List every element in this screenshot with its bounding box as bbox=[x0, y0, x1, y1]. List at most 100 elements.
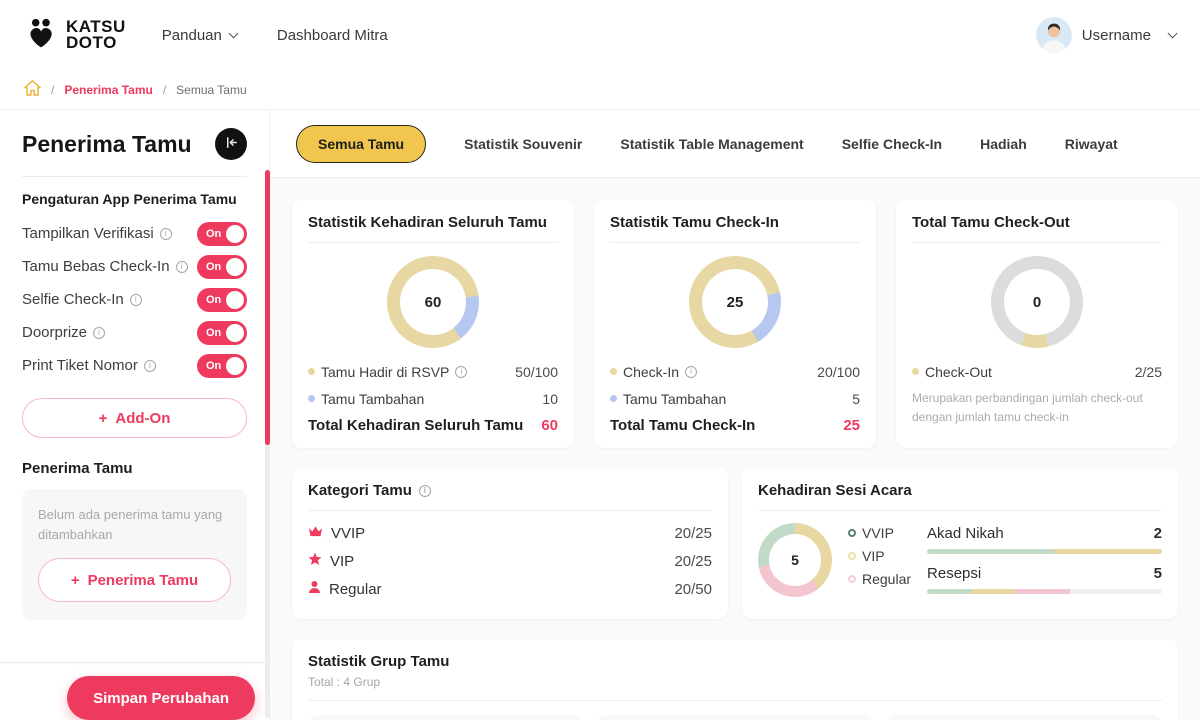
toggle-label: Selfie Check-In bbox=[22, 291, 124, 308]
toggle-knob bbox=[226, 224, 244, 243]
donut-value: 60 bbox=[424, 293, 442, 311]
toggle-row-selfie-check-in: Selfie Check-In On bbox=[22, 283, 247, 316]
toggle-tampilkan-verifikasi[interactable]: On bbox=[197, 221, 247, 246]
legend-dot bbox=[308, 395, 315, 402]
sidebar-footer: Simpan Perubahan bbox=[0, 662, 269, 720]
toggle-selfie-check-in[interactable]: On bbox=[197, 287, 247, 312]
toggle-label: Tampilkan Verifikasi bbox=[22, 225, 154, 242]
info-icon[interactable] bbox=[159, 227, 172, 240]
kategori-value: 20/25 bbox=[674, 524, 712, 542]
chevron-down-icon bbox=[228, 28, 239, 38]
crown-icon bbox=[308, 525, 323, 542]
divider bbox=[22, 176, 247, 177]
brand-logo[interactable]: KATSU DOTO bbox=[24, 15, 126, 56]
scrollbar-thumb[interactable] bbox=[265, 170, 270, 445]
add-penerima-tamu-button[interactable]: + Penerima Tamu bbox=[38, 558, 231, 602]
info-icon[interactable] bbox=[143, 359, 156, 372]
add-on-button[interactable]: + Add-On bbox=[22, 398, 247, 438]
grup-box-teman-kantor: Teman Kantor bbox=[886, 715, 1162, 720]
plus-icon: + bbox=[98, 409, 108, 427]
tab-statistik-table-management[interactable]: Statistik Table Management bbox=[620, 136, 803, 152]
session-label: Resepsi bbox=[927, 565, 982, 582]
collapse-sidebar-button[interactable] bbox=[215, 128, 247, 160]
info-icon[interactable] bbox=[685, 365, 698, 378]
divider bbox=[308, 242, 558, 243]
info-icon[interactable] bbox=[93, 326, 106, 339]
session-resepsi: Resepsi 5 bbox=[927, 565, 1162, 582]
card-title: Kategori Tamu bbox=[308, 482, 412, 499]
toggle-label: Tamu Bebas Check-In bbox=[22, 258, 170, 275]
toggle-doorprize[interactable]: On bbox=[197, 320, 247, 345]
sesi-donut-chart: 5 bbox=[758, 523, 832, 597]
toggle-state-label: On bbox=[206, 260, 222, 273]
checkin-donut-chart: 25 bbox=[689, 256, 781, 348]
breadcrumb-penerima-tamu[interactable]: Penerima Tamu bbox=[64, 83, 152, 97]
total-row: Total Tamu Check-In 25 bbox=[610, 417, 860, 434]
main-panel: Semua Tamu Statistik Souvenir Statistik … bbox=[270, 110, 1200, 720]
kategori-row-regular: Regular 20/50 bbox=[308, 575, 712, 603]
toggle-knob bbox=[226, 323, 244, 342]
tab-riwayat[interactable]: Riwayat bbox=[1065, 136, 1118, 152]
card-title: Total Tamu Check-Out bbox=[912, 214, 1070, 231]
info-icon[interactable] bbox=[455, 365, 468, 378]
avatar bbox=[1035, 17, 1072, 53]
toggle-knob bbox=[226, 257, 244, 276]
legend-row: Tamu Tambahan 5 bbox=[610, 385, 860, 412]
info-icon[interactable] bbox=[175, 260, 188, 273]
legend-dot bbox=[610, 395, 617, 402]
attendance-donut-chart: 60 bbox=[387, 256, 479, 348]
person-icon bbox=[308, 580, 321, 598]
sesi-legend: VVIP VIP Regular bbox=[848, 523, 911, 587]
breadcrumb: / Penerima Tamu / Semua Tamu bbox=[0, 70, 1200, 110]
tab-selfie-check-in[interactable]: Selfie Check-In bbox=[842, 136, 942, 152]
star-icon bbox=[308, 552, 322, 570]
toggle-state-label: On bbox=[206, 293, 222, 306]
info-icon[interactable] bbox=[418, 484, 431, 497]
divider bbox=[758, 510, 1162, 511]
plus-icon: + bbox=[70, 571, 80, 589]
legend-label: Regular bbox=[862, 571, 912, 587]
tab-hadiah[interactable]: Hadiah bbox=[980, 136, 1027, 152]
toggle-row-doorprize: Doorprize On bbox=[22, 316, 247, 349]
dashboard-content: Statistik Kehadiran Seluruh Tamu 60 Tamu… bbox=[270, 178, 1200, 720]
legend-label: VVIP bbox=[862, 525, 894, 541]
nav-panduan[interactable]: Panduan bbox=[162, 27, 239, 44]
toggle-print-tiket-nomor[interactable]: On bbox=[197, 353, 247, 378]
legend-label: VIP bbox=[862, 548, 885, 564]
legend-label: Tamu Tambahan bbox=[321, 390, 425, 407]
collapse-arrow-icon bbox=[224, 135, 239, 153]
tab-semua-tamu[interactable]: Semua Tamu bbox=[296, 124, 427, 163]
kategori-row-vip: VIP 20/25 bbox=[308, 547, 712, 575]
session-akad-nikah: Akad Nikah 2 bbox=[927, 525, 1162, 542]
legend-row: Tamu Hadir di RSVP 50/100 bbox=[308, 358, 558, 385]
kategori-value: 20/25 bbox=[674, 552, 712, 570]
session-list: Akad Nikah 2 Resepsi 5 bbox=[927, 523, 1162, 605]
grup-total: Total : 4 Grup bbox=[308, 675, 381, 689]
nav-dashboard-mitra[interactable]: Dashboard Mitra bbox=[277, 27, 388, 44]
legend-ring bbox=[848, 552, 856, 560]
empty-message: Belum ada penerima tamu yang ditambahkan bbox=[38, 507, 223, 542]
legend-label: Tamu Tambahan bbox=[623, 390, 727, 407]
kategori-label: VIP bbox=[330, 552, 355, 570]
grup-box-tamu-khusus: Tamu Khusus bbox=[308, 715, 584, 720]
home-icon[interactable] bbox=[24, 80, 41, 99]
session-bar-chart bbox=[927, 549, 1162, 554]
divider bbox=[912, 242, 1162, 243]
katsudoto-heart-icon bbox=[24, 15, 60, 56]
checkout-donut-chart: 0 bbox=[991, 256, 1083, 348]
donut-value: 25 bbox=[726, 293, 744, 311]
toggle-state-label: On bbox=[206, 359, 222, 372]
toggle-tamu-bebas-check-in[interactable]: On bbox=[197, 254, 247, 279]
user-menu[interactable]: Username bbox=[1035, 17, 1178, 53]
total-row: Total Kehadiran Seluruh Tamu 60 bbox=[308, 417, 558, 434]
brand-name: KATSU DOTO bbox=[66, 17, 126, 52]
legend-value: 2/25 bbox=[1134, 363, 1162, 380]
tab-statistik-souvenir[interactable]: Statistik Souvenir bbox=[464, 136, 582, 152]
legend-label: Check-In bbox=[623, 363, 680, 380]
save-changes-button[interactable]: Simpan Perubahan bbox=[67, 676, 255, 720]
info-icon[interactable] bbox=[129, 293, 142, 306]
session-bar-chart bbox=[927, 589, 1162, 594]
card-statistik-check-in: Statistik Tamu Check-In 25 Check-In 20/1… bbox=[594, 200, 876, 448]
grup-box-keluarga: Keluarga bbox=[597, 715, 873, 720]
legend-dot bbox=[308, 368, 315, 375]
